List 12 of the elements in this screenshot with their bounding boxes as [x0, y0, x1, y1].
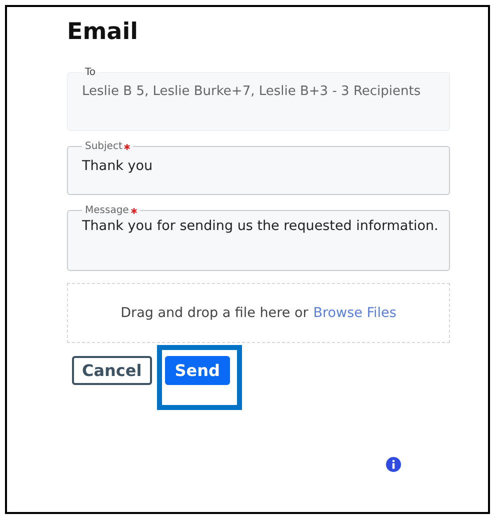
cancel-button[interactable]: Cancel: [72, 356, 152, 385]
info-icon[interactable]: [386, 457, 401, 472]
browse-link[interactable]: Browse Files: [313, 305, 396, 321]
dropzone-text: Drag and drop a file here or: [120, 305, 308, 321]
page-title: Email: [67, 19, 139, 45]
field-label: Subject: [82, 141, 134, 152]
file-dropzone[interactable]: Drag and drop a file here or Browse Files: [67, 283, 450, 343]
field-label: Message: [82, 205, 140, 216]
field-label: To: [84, 67, 97, 78]
text-field[interactable]: Subject Thank you: [67, 141, 450, 195]
send-button[interactable]: Send: [164, 356, 230, 385]
message-field[interactable]: Message Thank you for sending us the requested information.: [67, 205, 450, 271]
